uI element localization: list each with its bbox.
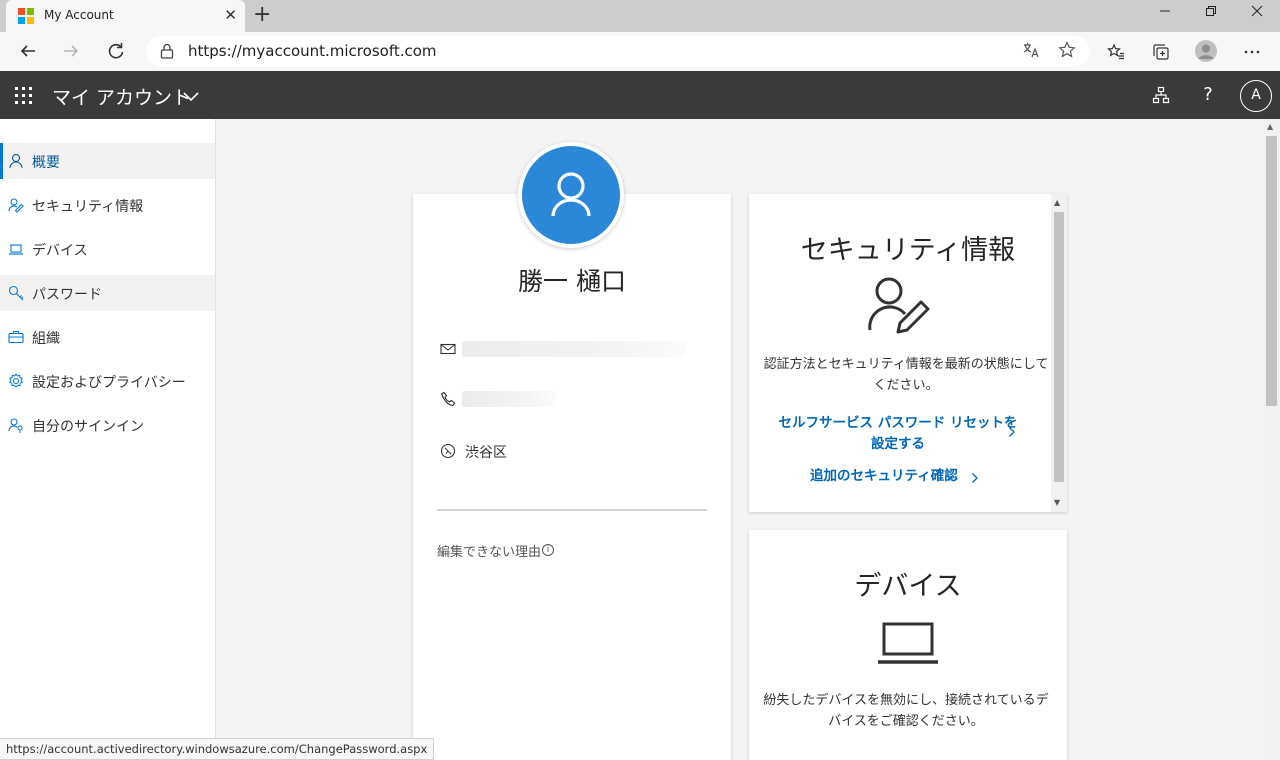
person-icon [551,172,591,217]
organization-icon[interactable] [1148,83,1174,107]
status-bar-url: https://account.activedirectory.windowsa… [0,738,435,760]
nav-item-overview[interactable]: 概要 [0,143,215,179]
location-text: 渋谷区 [465,445,507,461]
profile-avatar [518,142,624,248]
profile-name: 勝一 樋口 [518,267,626,296]
person-icon [9,153,23,169]
nav-item-security-info[interactable]: セキュリティ情報 [0,187,215,223]
favorites-icon[interactable] [1102,38,1130,66]
nav-item-label: 自分のサインイン [32,419,144,435]
devices-card: デバイス 紛失したデバイスを無効にし、接続されているデバイスをご確認ください。 [749,530,1067,760]
url-text[interactable]: https://myaccount.microsoft.com [188,42,437,60]
refresh-icon[interactable] [101,37,131,65]
side-navigation: 概要 セキュリティ情報 デバイス パスワード 組織 設定およびプライバシー 自分… [0,119,216,760]
nav-item-label: パスワード [32,287,102,303]
app-title[interactable]: マイ アカウント [52,83,191,110]
browser-tab[interactable]: My Account ✕ [6,0,245,32]
scroll-down-icon[interactable]: ▼ [1054,498,1060,507]
favorite-star-icon[interactable] [1058,41,1076,63]
mail-icon [440,343,456,355]
translate-icon[interactable] [1022,41,1040,63]
email-row [440,338,710,360]
sspr-setup-link[interactable]: セルフサービス パスワード リセットを設定する [775,413,1021,455]
devices-card-title: デバイス [854,571,962,602]
security-card-title: セキュリティ情報 [800,235,1016,266]
devices-card-description: 紛失したデバイスを無効にし、接続されているデバイスをご確認ください。 [763,693,1049,729]
why-cant-edit-label: 編集できない理由 [437,545,542,560]
why-cant-edit-link[interactable]: 編集できない理由 i [437,541,555,560]
app-launcher-icon[interactable] [15,87,32,104]
redacted-email [462,341,686,357]
minimize-icon[interactable] [1142,0,1188,30]
maximize-icon[interactable] [1188,0,1234,30]
lock-icon[interactable] [160,43,174,59]
nav-item-label: セキュリティ情報 [32,199,144,215]
help-icon[interactable]: ? [1195,83,1221,107]
divider [437,509,707,511]
tab-close-icon[interactable]: ✕ [224,6,237,24]
info-icon[interactable]: i [542,544,555,556]
address-bar[interactable]: https://myaccount.microsoft.com [146,36,1090,66]
nav-item-label: デバイス [32,243,88,259]
more-icon[interactable] [1238,38,1266,66]
briefcase-icon [8,330,24,344]
scroll-up-icon[interactable]: ▲ [1054,198,1060,207]
microsoft-logo-icon [18,8,34,24]
laptop-icon [878,622,938,664]
scroll-up-icon[interactable]: ▲ [1267,122,1273,131]
gear-icon [8,373,24,388]
app-header: マイ アカウント ? [0,71,1280,119]
forward-icon[interactable] [56,37,86,65]
security-info-card: セキュリティ情報 認証方法とセキュリティ情報を最新の状態にしてください。 セルフ… [749,194,1067,512]
person-key-icon [8,418,23,433]
nav-item-my-sign-ins[interactable]: 自分のサインイン [0,407,215,443]
profile-icon[interactable] [1195,40,1217,62]
new-tab-button[interactable]: + [253,3,271,27]
laptop-icon [9,244,23,255]
chevron-right-icon [971,472,979,488]
person-edit-icon [868,277,930,334]
tab-title: My Account [44,8,114,22]
key-icon [8,285,24,301]
nav-item-settings-privacy[interactable]: 設定およびプライバシー [0,363,215,399]
redacted-phone [462,391,556,407]
location-icon [440,443,456,459]
nav-item-password[interactable]: パスワード [0,275,215,311]
back-icon[interactable] [13,37,43,65]
chevron-right-icon [1008,426,1016,442]
card-scroll-thumb[interactable] [1054,212,1064,482]
security-card-description: 認証方法とセキュリティ情報を最新の状態にしてください。 [763,357,1049,393]
browser-toolbar: https://myaccount.microsoft.com [0,32,1280,71]
person-key-icon [8,198,24,213]
page-scrollbar[interactable]: ▲ [1263,119,1280,760]
account-avatar-button[interactable]: A [1240,80,1272,112]
nav-item-label: 設定およびプライバシー [32,375,186,391]
page-scroll-thumb[interactable] [1266,136,1277,406]
card-scrollbar[interactable]: ▲ ▼ [1051,194,1067,512]
phone-row [440,388,710,410]
close-icon[interactable] [1234,0,1280,30]
chevron-down-icon[interactable] [180,85,202,107]
additional-security-link[interactable]: 追加のセキュリティ確認 [809,466,969,487]
phone-icon [440,391,456,407]
nav-item-label: 組織 [32,331,60,347]
location-row: 渋谷区 [440,440,710,462]
nav-item-organizations[interactable]: 組織 [0,319,215,355]
nav-item-label: 概要 [32,155,60,171]
collections-icon[interactable] [1147,38,1175,66]
nav-item-devices[interactable]: デバイス [0,231,215,267]
browser-tab-strip: My Account ✕ + [0,0,1280,32]
